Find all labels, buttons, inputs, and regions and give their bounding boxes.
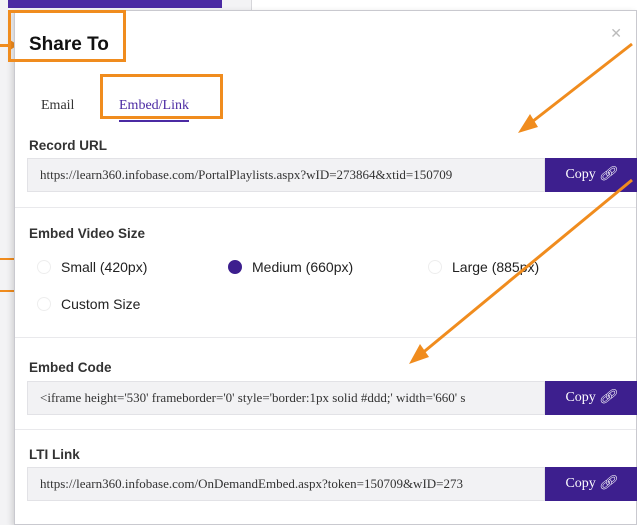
copy-embed-code-button[interactable]: Copy 🔗︎ [545,381,637,415]
radio-custom[interactable]: Custom Size [37,296,140,312]
copy-record-url-button[interactable]: Copy 🔗︎ [545,158,637,192]
radio-label: Custom Size [61,296,141,312]
radio-icon [37,260,51,274]
share-modal: ✕ Share To Email Embed/Link Record URL h… [8,10,637,525]
link-icon: 🔗︎ [598,390,617,405]
close-icon[interactable]: ✕ [610,25,622,42]
embed-code-field[interactable]: <iframe height='530' frameborder='0' sty… [27,381,545,415]
lti-link-field[interactable]: https://learn360.infobase.com/OnDemandEm… [27,467,545,501]
background-highlight [0,258,14,292]
tab-email[interactable]: Email [41,98,74,114]
copy-label: Copy [565,390,596,405]
divider [15,429,636,430]
radio-label: Medium (660px) [252,259,354,275]
embed-code-label: Embed Code [29,360,112,375]
tab-highlight-box [100,74,223,119]
tab-bar: Email Embed/Link [15,74,636,122]
radio-medium[interactable]: Medium (660px) [228,259,353,275]
copy-label: Copy [565,167,596,182]
radio-label: Large (885px) [452,259,540,275]
divider [15,337,636,338]
radio-selected-icon [228,260,242,274]
record-url-label: Record URL [29,138,108,153]
copy-label: Copy [565,476,596,491]
radio-icon [37,297,51,311]
modal-title: Share To [29,34,109,55]
embed-size-label: Embed Video Size [29,226,146,241]
link-icon: 🔗︎ [598,476,617,491]
background-tab [8,0,222,8]
radio-small[interactable]: Small (420px) [37,259,147,275]
radio-icon [428,260,442,274]
radio-label: Small (420px) [61,259,148,275]
record-url-field[interactable]: https://learn360.infobase.com/PortalPlay… [27,158,545,192]
lti-link-label: LTI Link [29,447,80,462]
link-icon: 🔗︎ [598,167,617,182]
divider [15,207,636,208]
copy-lti-link-button[interactable]: Copy 🔗︎ [545,467,637,501]
radio-large[interactable]: Large (885px) [428,259,539,275]
